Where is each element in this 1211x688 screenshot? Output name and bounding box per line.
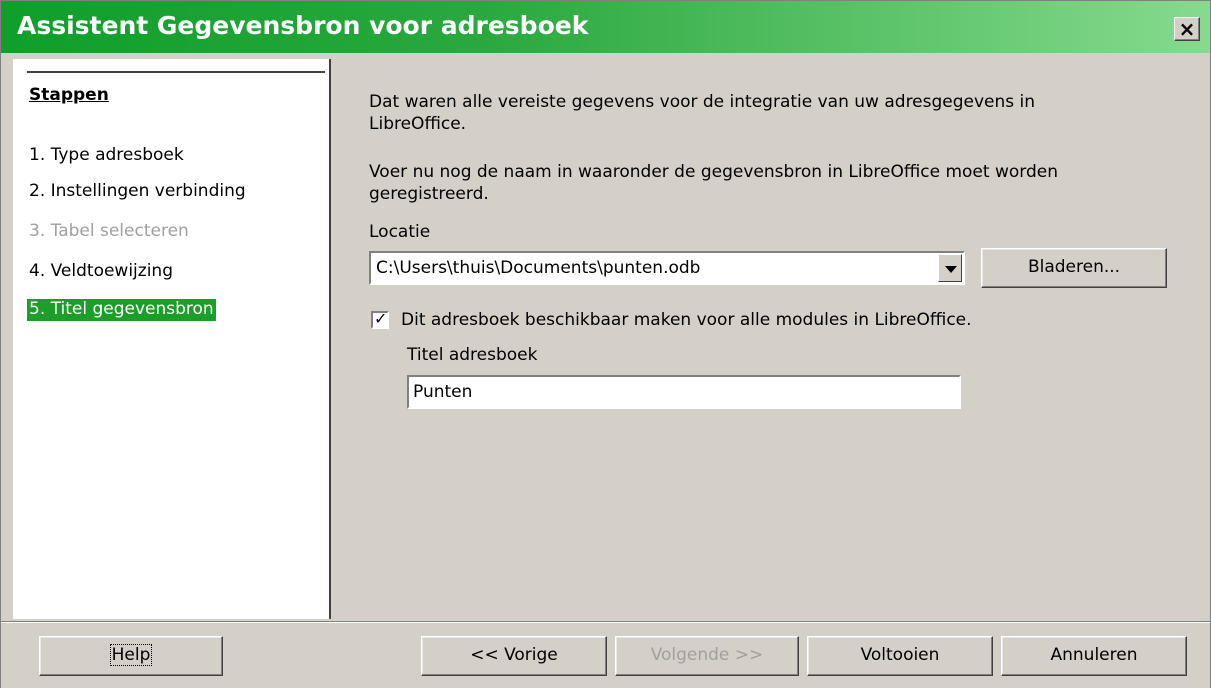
step-type-adresboek[interactable]: 1. Type adresboek: [29, 145, 184, 165]
next-button: Volgende >>: [615, 636, 799, 676]
title-bar: Assistent Gegevensbron voor adresboek ×: [1, 1, 1210, 53]
dialog-title: Assistent Gegevensbron voor adresboek: [17, 11, 589, 40]
close-button[interactable]: ×: [1174, 17, 1200, 41]
finish-button[interactable]: Voltooien: [807, 636, 993, 676]
steps-panel: Stappen 1. Type adresboek 2. Instellinge…: [13, 59, 331, 619]
help-label: Help: [109, 644, 153, 666]
title-input-value: Punten: [413, 382, 473, 402]
wizard-dialog: Assistent Gegevensbron voor adresboek × …: [0, 0, 1211, 688]
bar-highlight: [1, 622, 1210, 623]
chevron-down-icon: [945, 266, 957, 273]
help-button[interactable]: Help: [39, 636, 223, 676]
dropdown-button[interactable]: [938, 254, 962, 282]
make-available-checkbox[interactable]: ✓: [371, 309, 389, 329]
button-bar: Help << Vorige Volgende >> Voltooien Ann…: [1, 621, 1210, 688]
content-panel: Dat waren alle vereiste gegevens voor de…: [331, 59, 1211, 619]
back-button[interactable]: << Vorige: [421, 636, 607, 676]
intro-text: Dat waren alle vereiste gegevens voor de…: [369, 92, 1036, 134]
location-combobox[interactable]: C:\Users\thuis\Documents\punten.odb: [369, 251, 965, 285]
steps-heading: Stappen: [29, 85, 109, 105]
step-tabel-selecteren: 3. Tabel selecteren: [29, 221, 189, 241]
cancel-button[interactable]: Annuleren: [1001, 636, 1187, 676]
step-instellingen-verbinding[interactable]: 2. Instellingen verbinding: [29, 181, 246, 201]
steps-divider: [27, 71, 325, 73]
location-label: Locatie: [369, 222, 431, 242]
title-input[interactable]: Punten: [407, 375, 961, 409]
step-veldtoewijzing[interactable]: 4. Veldtoewijzing: [29, 261, 173, 281]
title-label: Titel adresboek: [407, 345, 538, 365]
instruction-text: Voer nu nog de naam in waaronder de gege…: [369, 162, 1058, 204]
step-titel-gegevensbron[interactable]: 5. Titel gegevensbron: [27, 299, 216, 321]
location-value: C:\Users\thuis\Documents\punten.odb: [376, 258, 701, 278]
browse-button[interactable]: Bladeren...: [981, 248, 1167, 288]
close-icon: ×: [1178, 17, 1196, 41]
checkmark-icon: ✓: [374, 309, 388, 328]
make-available-label[interactable]: Dit adresboek beschikbaar maken voor all…: [401, 310, 972, 330]
